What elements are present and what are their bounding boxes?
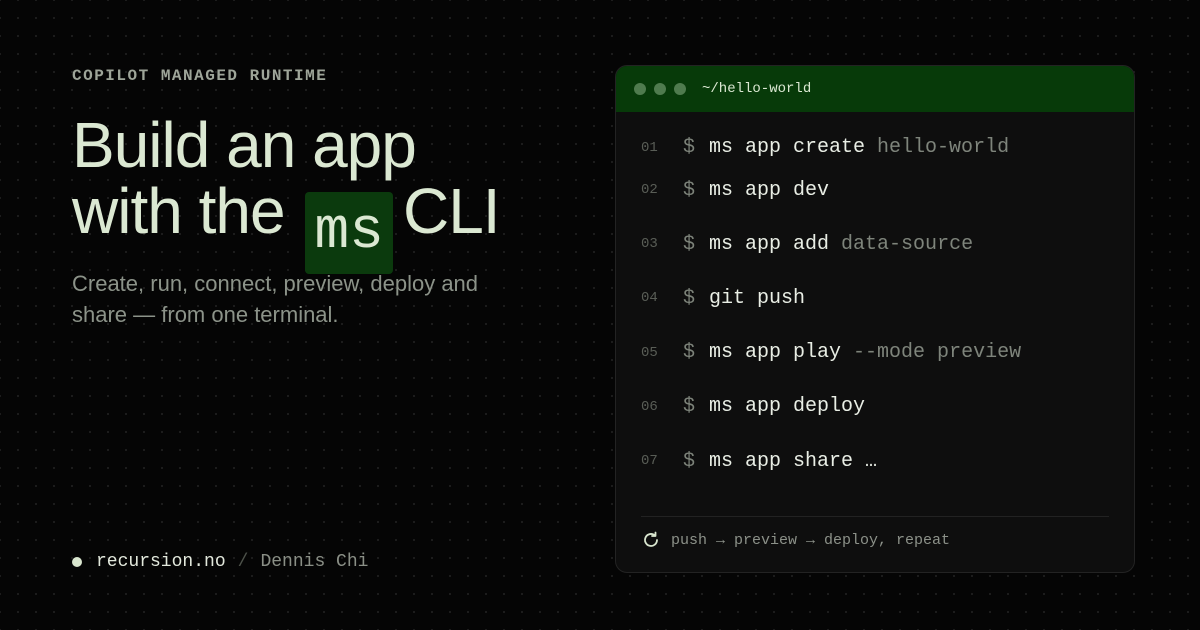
prompt-symbol: $: [683, 341, 696, 365]
line-number: 05: [641, 344, 658, 361]
terminal-line: 01 $ ms app create hello-world: [616, 132, 1134, 163]
terminal-path: ~/hello-world: [702, 81, 812, 97]
terminal-line: 03 $ ms app add data-source: [616, 217, 1134, 271]
line-number: 07: [641, 453, 658, 470]
command-text: ms app share …: [709, 449, 878, 473]
prompt-symbol: $: [683, 232, 696, 256]
site-link[interactable]: recursion.no: [96, 552, 226, 572]
line-number: 06: [641, 398, 658, 415]
terminal-line: 05 $ ms app play --mode preview: [616, 326, 1134, 380]
command-argument: data-source: [841, 232, 974, 256]
command-text: ms app add: [709, 232, 830, 256]
headline-line-2-after: CLI: [402, 175, 501, 247]
line-number: 03: [641, 236, 658, 253]
subtitle: Create, run, connect, preview, deploy an…: [72, 271, 479, 327]
prompt-symbol: $: [683, 136, 696, 159]
command-argument: hello-world: [877, 136, 1010, 159]
window-maximize-dot-icon[interactable]: [674, 83, 686, 95]
terminal-line: 02 $ ms app dev: [616, 163, 1134, 217]
byline-separator: /: [237, 552, 249, 572]
terminal-line: 06 $ ms app deploy: [616, 380, 1134, 434]
prompt-symbol: $: [683, 286, 696, 310]
command-text: ms app create: [709, 136, 866, 159]
line-number: 01: [641, 139, 658, 156]
terminal-footer-text: push → preview → deploy, repeat: [671, 531, 951, 549]
refresh-icon: [644, 531, 658, 547]
terminal-command-list: 01 $ ms app create hello-world 02 $ ms app dev…: [616, 112, 1134, 488]
prompt-symbol: $: [683, 178, 696, 202]
prompt-symbol: $: [683, 395, 696, 419]
line-number: 04: [641, 290, 658, 307]
window-close-dot-icon[interactable]: [634, 83, 646, 95]
terminal-titlebar: ~/hello-world: [616, 66, 1134, 112]
terminal-line: 07 $ ms app share …: [616, 434, 1134, 488]
eyebrow-label: COPILOT MANAGED RUNTIME: [72, 67, 328, 85]
command-text: ms app deploy: [709, 395, 866, 419]
line-number: 02: [641, 182, 658, 199]
headline: Build an app with the ms CLI: [72, 109, 501, 274]
terminal-footer: push → preview → deploy, repeat: [641, 516, 1109, 550]
command-text: git push: [709, 286, 806, 310]
headline-line-2-before: with the: [72, 175, 286, 247]
window-minimize-dot-icon[interactable]: [654, 83, 666, 95]
terminal-line: 04 $ git push: [616, 271, 1134, 325]
byline: recursion.no / Dennis Chi: [72, 552, 368, 572]
author-name: Dennis Chi: [260, 552, 369, 572]
headline-line-1: Build an app: [72, 109, 417, 181]
command-text: ms app play: [709, 341, 842, 365]
headline-line-2: with the ms CLI: [72, 175, 501, 274]
terminal-window: ~/hello-world 01 $ ms app create hello-worl…: [615, 65, 1135, 573]
prompt-symbol: $: [683, 449, 696, 473]
command-argument: --mode preview: [853, 341, 1022, 365]
command-text: ms app dev: [709, 178, 830, 202]
ms-chip: ms: [305, 192, 393, 274]
bullet-dot-icon: [72, 557, 82, 567]
